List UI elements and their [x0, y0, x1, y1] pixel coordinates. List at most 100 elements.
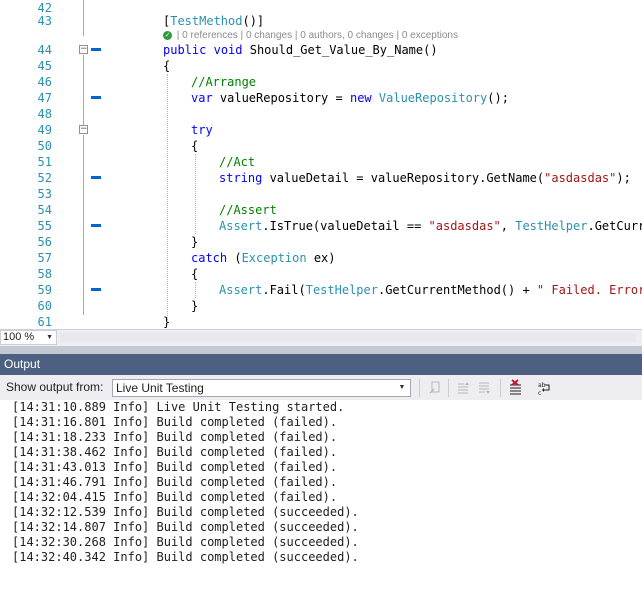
code-comment: //Arrange — [191, 75, 257, 89]
indent-guide — [195, 282, 196, 298]
line-number: 54 — [37, 203, 52, 217]
code-line[interactable]: 61 } — [0, 314, 642, 329]
panel-splitter[interactable] — [0, 346, 642, 354]
line-number: 53 — [37, 187, 52, 201]
code-text: [TestMethod()] — [163, 14, 265, 28]
code-text: } — [191, 299, 199, 313]
code-line[interactable]: 43 [TestMethod()] — [0, 13, 642, 29]
editor-status-strip: 100 % ▼ — [0, 329, 642, 346]
line-number: 48 — [37, 107, 52, 121]
code-line[interactable]: 54 //Assert — [0, 202, 642, 218]
codelens-exceptions[interactable]: 0 exceptions — [402, 30, 458, 41]
output-line: [14:32:14.807 Info] Build completed (suc… — [12, 520, 359, 534]
code-line[interactable]: 50 { — [0, 138, 642, 154]
toolbar-separator — [419, 379, 420, 397]
code-editor[interactable]: 42 43 [TestMethod()] ✓ | 0 references | … — [0, 0, 642, 329]
line-number: 61 — [37, 315, 52, 329]
output-source-dropdown[interactable]: Live Unit Testing ▼ — [112, 379, 411, 397]
code-line[interactable]: 47 var valueRepository = new ValueReposi… — [0, 90, 642, 106]
code-line[interactable]: 48 — [0, 106, 642, 122]
toolbar-separator — [500, 379, 501, 397]
code-line[interactable]: 49 − try — [0, 122, 642, 138]
code-comment: //Act — [219, 155, 256, 169]
code-text: } — [191, 235, 199, 249]
code-line[interactable]: 51 //Act — [0, 154, 642, 170]
output-line: [14:31:10.889 Info] Live Unit Testing st… — [12, 400, 345, 414]
code-text: Assert.Fail(TestHelper.GetCurrentMethod(… — [219, 283, 642, 297]
code-text: try — [191, 123, 213, 137]
codelens-references[interactable]: 0 references — [182, 30, 238, 41]
line-number: 43 — [37, 14, 52, 28]
code-line[interactable]: 46 //Arrange — [0, 74, 642, 90]
code-line[interactable]: 44 − public void Should_Get_Value_By_Nam… — [0, 42, 642, 58]
code-line[interactable]: 52 string valueDetail = valueRepository.… — [0, 170, 642, 186]
output-source-value: Live Unit Testing — [116, 381, 204, 395]
output-line: [14:31:46.791 Info] Build completed (fai… — [12, 475, 338, 489]
collapse-toggle[interactable]: − — [79, 45, 88, 54]
code-text: string valueDetail = valueRepository.Get… — [219, 171, 631, 185]
code-text: public void Should_Get_Value_By_Name() — [163, 43, 438, 57]
collapse-toggle[interactable]: − — [79, 125, 88, 134]
code-line[interactable]: 53 — [0, 186, 642, 202]
svg-text:c: c — [538, 390, 541, 397]
output-line: [14:32:12.539 Info] Build completed (suc… — [12, 505, 359, 519]
output-line: [14:32:40.342 Info] Build completed (suc… — [12, 550, 359, 564]
code-line[interactable]: 58 { — [0, 266, 642, 282]
code-line[interactable]: 55 Assert.IsTrue(valueDetail == "asdasda… — [0, 218, 642, 234]
change-marker — [91, 48, 101, 51]
previous-message-icon[interactable] — [455, 379, 473, 397]
output-text-area[interactable]: [14:31:10.889 Info] Live Unit Testing st… — [0, 400, 642, 590]
line-number: 51 — [37, 155, 52, 169]
code-line[interactable]: 60 } — [0, 298, 642, 314]
change-marker — [91, 176, 101, 179]
code-comment: //Assert — [219, 203, 277, 217]
indent-guide — [167, 74, 168, 322]
zoom-level-value: 100 % — [3, 331, 35, 343]
outline-line — [83, 0, 84, 36]
change-marker — [91, 224, 101, 227]
output-toolbar: Show output from: Live Unit Testing ▼ ab… — [0, 375, 642, 400]
code-text: { — [191, 267, 199, 281]
change-marker — [91, 96, 101, 99]
line-number: 56 — [37, 235, 52, 249]
output-line: [14:32:30.268 Info] Build completed (suc… — [12, 535, 359, 549]
line-number: 44 — [37, 43, 52, 57]
outline-line — [83, 135, 84, 315]
codelens-bar[interactable]: ✓ | 0 references | 0 changes | 0 authors… — [163, 29, 458, 42]
code-line[interactable]: 59 Assert.Fail(TestHelper.GetCurrentMeth… — [0, 282, 642, 298]
line-number: 52 — [37, 171, 52, 185]
line-number: 60 — [37, 299, 52, 313]
zoom-level-dropdown[interactable]: 100 % ▼ — [0, 330, 57, 345]
code-line[interactable]: 56 } — [0, 234, 642, 250]
output-line: [14:31:16.801 Info] Build completed (fai… — [12, 415, 338, 429]
code-text: var valueRepository = new ValueRepositor… — [191, 91, 509, 105]
line-number: 59 — [37, 283, 52, 297]
next-message-icon[interactable] — [476, 379, 494, 397]
line-number: 46 — [37, 75, 52, 89]
codelens-changes[interactable]: 0 changes — [246, 30, 292, 41]
line-number: 57 — [37, 251, 52, 265]
codelens-authors[interactable]: 0 authors, 0 changes — [300, 30, 393, 41]
output-panel-title[interactable]: Output — [0, 354, 642, 375]
find-in-output-icon[interactable] — [427, 379, 445, 397]
code-text: { — [191, 139, 199, 153]
line-number: 47 — [37, 91, 52, 105]
clear-all-icon[interactable] — [507, 379, 525, 397]
word-wrap-icon[interactable]: ab c — [535, 379, 553, 397]
toolbar-separator — [448, 379, 449, 397]
line-number: 55 — [37, 219, 52, 233]
line-number: 50 — [37, 139, 52, 153]
check-icon: ✓ — [163, 30, 172, 40]
chevron-down-icon: ▼ — [46, 334, 53, 341]
horizontal-scrollbar[interactable] — [60, 333, 636, 342]
code-text: Assert.IsTrue(valueDetail == "asdasdas",… — [219, 219, 642, 233]
change-marker — [91, 288, 101, 291]
indent-guide — [195, 154, 196, 234]
code-line[interactable]: 45 { — [0, 58, 642, 74]
outline-line — [83, 55, 84, 125]
code-line[interactable]: 57 catch (Exception ex) — [0, 250, 642, 266]
attribute-token: TestMethod — [170, 14, 243, 28]
line-number: 58 — [37, 267, 52, 281]
code-text: catch (Exception ex) — [191, 251, 336, 265]
output-line: [14:31:38.462 Info] Build completed (fai… — [12, 445, 338, 459]
